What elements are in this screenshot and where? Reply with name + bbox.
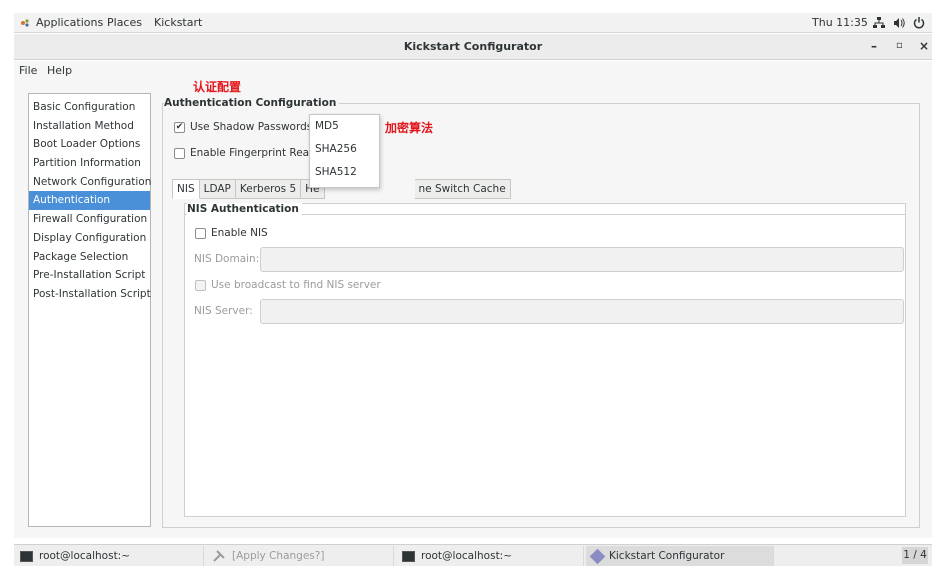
applications-icon bbox=[21, 19, 29, 27]
sidebar-item-network-configuration[interactable]: Network Configuration bbox=[29, 173, 151, 192]
enable-nis-label: Enable NIS bbox=[211, 227, 268, 239]
task-label: root@localhost:~ bbox=[421, 550, 513, 562]
power-icon[interactable] bbox=[913, 16, 925, 29]
nis-title: NIS Authentication bbox=[187, 203, 302, 215]
auth-content: Authentication Configuration 认证配置 ✔ Use … bbox=[162, 80, 920, 528]
algorithm-option-sha256[interactable]: SHA256 bbox=[310, 138, 379, 161]
checkmark-icon: ✔ bbox=[174, 121, 185, 133]
main-area: Basic Configuration Installation Method Bo… bbox=[14, 80, 932, 538]
task-label: [Apply Changes?] bbox=[232, 550, 325, 562]
category-list: Basic Configuration Installation Method Bo… bbox=[28, 93, 151, 527]
terminal-icon bbox=[20, 550, 33, 562]
task-terminal-1[interactable]: root@localhost:~ bbox=[14, 546, 204, 566]
nis-domain-input[interactable] bbox=[260, 247, 904, 272]
places-menu[interactable]: Places bbox=[107, 16, 142, 29]
sidebar-item-pre-installation-script[interactable]: Pre-Installation Script bbox=[29, 266, 150, 285]
shadow-passwords-checkbox[interactable]: ✔ Use Shadow Passwords bbox=[174, 121, 312, 133]
sidebar-item-post-installation-script[interactable]: Post-Installation Script bbox=[29, 285, 151, 304]
algorithm-option-md5[interactable]: MD5 bbox=[310, 115, 379, 138]
window-list-bar: root@localhost:~ [Apply Changes?] root@l… bbox=[14, 544, 932, 566]
task-terminal-2[interactable]: root@localhost:~ bbox=[396, 546, 584, 566]
nis-domain-label: NIS Domain: bbox=[194, 253, 260, 265]
sidebar-item-boot-loader-options[interactable]: Boot Loader Options bbox=[29, 135, 150, 154]
fingerprint-reader-label: Enable Fingerprint Reader bbox=[190, 147, 327, 159]
nis-broadcast-checkbox[interactable]: Use broadcast to find NIS server bbox=[195, 279, 381, 291]
sidebar-item-authentication[interactable]: Authentication bbox=[29, 191, 150, 211]
sidebar-item-package-selection[interactable]: Package Selection bbox=[29, 248, 150, 267]
nis-server-input[interactable] bbox=[260, 299, 904, 324]
network-icon[interactable] bbox=[873, 17, 885, 29]
task-kickstart[interactable]: Kickstart Configurator bbox=[586, 546, 774, 566]
annotation-auth-config: 认证配置 bbox=[193, 80, 242, 94]
help-menu[interactable]: Help bbox=[47, 64, 72, 77]
nis-panel: NIS Authentication Enable NIS NIS Domain… bbox=[184, 203, 906, 517]
encryption-algorithm-dropdown[interactable]: MD5 SHA256 SHA512 bbox=[309, 114, 380, 188]
fingerprint-reader-checkbox[interactable]: Enable Fingerprint Reader bbox=[174, 147, 327, 159]
sidebar-item-installation-method[interactable]: Installation Method bbox=[29, 117, 150, 136]
nis-broadcast-label: Use broadcast to find NIS server bbox=[211, 279, 381, 291]
tab-kerberos-5[interactable]: Kerberos 5 bbox=[235, 179, 302, 199]
close-button[interactable]: × bbox=[919, 39, 929, 53]
task-apply-changes[interactable]: [Apply Changes?] bbox=[206, 546, 394, 566]
task-label: Kickstart Configurator bbox=[609, 550, 725, 562]
task-label: root@localhost:~ bbox=[39, 550, 131, 562]
section-title: Authentication Configuration bbox=[164, 97, 340, 109]
maximize-button[interactable]: ▫ bbox=[896, 40, 903, 51]
file-menu[interactable]: File bbox=[19, 64, 37, 77]
menu-bar: File Help bbox=[14, 61, 932, 81]
tab-ldap[interactable]: LDAP bbox=[199, 179, 236, 199]
tab-nis[interactable]: NIS bbox=[172, 179, 200, 199]
clock[interactable]: Thu 11:35 bbox=[812, 16, 868, 29]
algorithm-option-sha512[interactable]: SHA512 bbox=[310, 161, 379, 184]
minimize-button[interactable]: – bbox=[871, 39, 877, 53]
sidebar-item-firewall-configuration[interactable]: Firewall Configuration bbox=[29, 210, 150, 229]
sidebar-item-basic-configuration[interactable]: Basic Configuration bbox=[29, 98, 150, 117]
kickstart-icon bbox=[589, 548, 606, 564]
shadow-passwords-label: Use Shadow Passwords bbox=[190, 121, 313, 133]
active-app-menu[interactable]: Kickstart bbox=[154, 16, 202, 29]
applications-menu[interactable]: Applications bbox=[36, 16, 103, 29]
terminal-icon bbox=[402, 550, 415, 562]
top-bar: Applications Places Kickstart Thu 11:35 bbox=[14, 13, 932, 33]
enable-nis-checkbox[interactable]: Enable NIS bbox=[195, 227, 268, 239]
annotation-encryption-algorithm: 加密算法 bbox=[385, 121, 434, 135]
tools-icon bbox=[213, 550, 225, 562]
tab-ne-switch-cache[interactable]: ne Switch Cache bbox=[414, 179, 511, 199]
sidebar-item-partition-information[interactable]: Partition Information bbox=[29, 154, 150, 173]
volume-icon[interactable] bbox=[893, 17, 905, 29]
window-titlebar[interactable]: Kickstart Configurator – ▫ × bbox=[14, 34, 932, 60]
window-title: Kickstart Configurator bbox=[403, 40, 543, 53]
workspace-pager[interactable]: 1 / 4 bbox=[902, 547, 928, 564]
sidebar-item-display-configuration[interactable]: Display Configuration bbox=[29, 229, 150, 248]
nis-server-label: NIS Server: bbox=[194, 305, 253, 317]
